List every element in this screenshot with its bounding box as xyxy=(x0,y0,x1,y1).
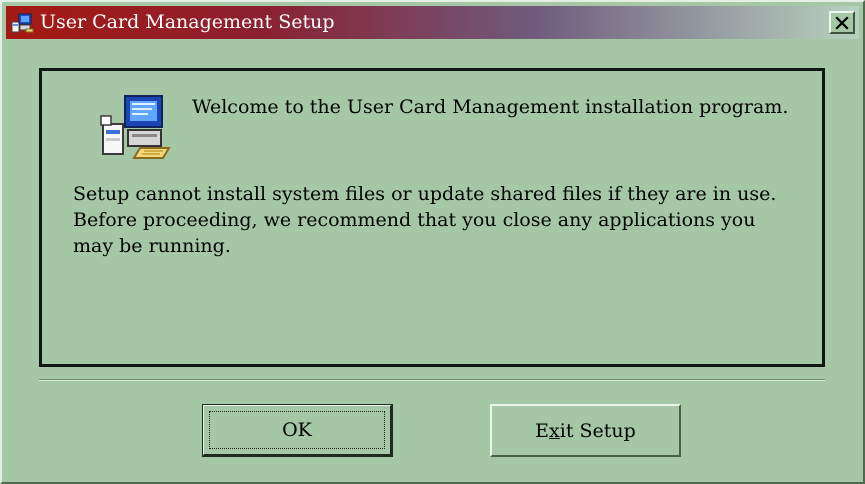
setup-computer-icon xyxy=(11,13,34,33)
setup-computer-icon xyxy=(100,95,171,159)
exit-setup-button[interactable]: Exit Setup xyxy=(490,404,681,457)
setup-warning-message: Setup cannot install system files or upd… xyxy=(73,183,777,257)
exit-setup-button-label: Exit Setup xyxy=(535,419,636,442)
title-bar[interactable]: User Card Management Setup xyxy=(6,6,859,39)
button-separator xyxy=(39,379,825,381)
ok-button[interactable]: OK xyxy=(202,404,393,457)
welcome-panel: Welcome to the User Card Management inst… xyxy=(39,68,825,367)
ok-button-label: OK xyxy=(282,419,312,441)
close-button[interactable] xyxy=(829,11,855,34)
setup-dialog-window: User Card Management Setup Welcome to th… xyxy=(0,0,865,484)
welcome-message: Welcome to the User Card Management inst… xyxy=(192,96,789,118)
window-title: User Card Management Setup xyxy=(40,11,335,33)
close-icon xyxy=(835,15,849,30)
